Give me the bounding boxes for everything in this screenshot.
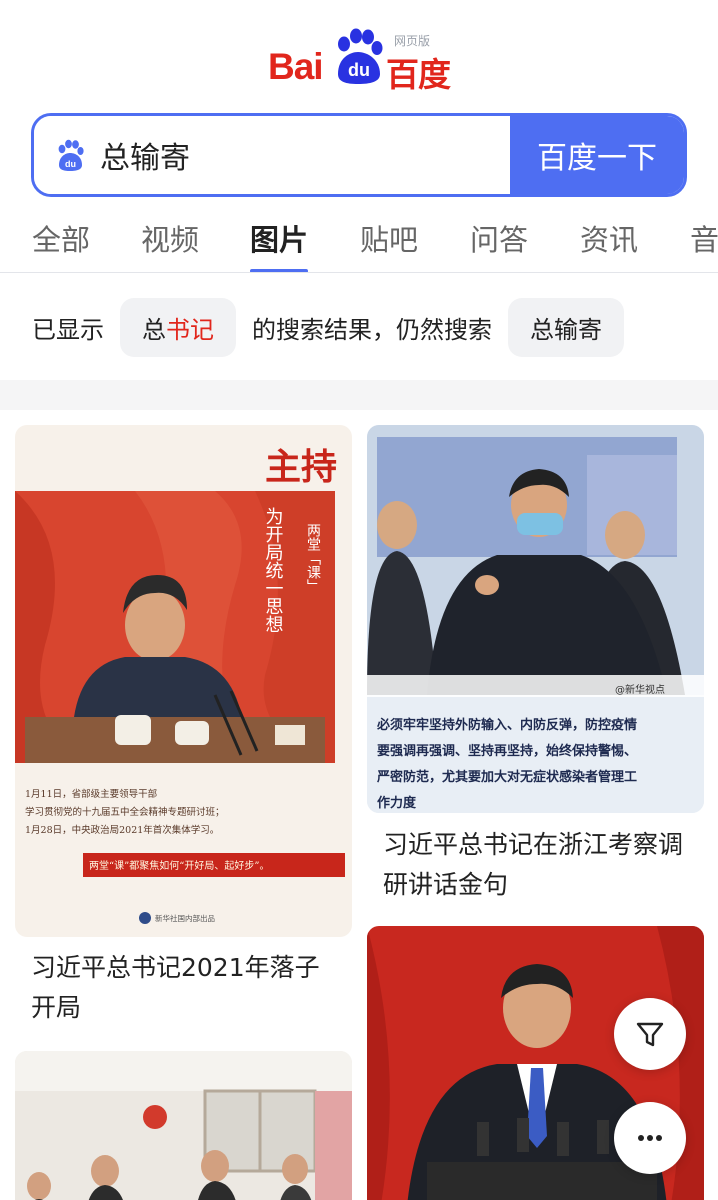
- poster-source: 新华社国内部出品: [155, 913, 215, 923]
- search-bar: du 总输寄 百度一下: [31, 113, 687, 197]
- quote-line-2: 要强调再强调、坚持再坚持，始终保持警惕、: [377, 743, 637, 759]
- poster-image: 主持 两堂「课」 为开局统一思想 1月11日，省部级主要领导干部 学习贯彻党的十…: [15, 425, 352, 937]
- tab-qa[interactable]: 问答: [470, 217, 528, 259]
- tab-images[interactable]: 图片: [250, 217, 308, 259]
- corrected-query-chip[interactable]: 总书记: [120, 297, 236, 357]
- quote-line-1: 必须牢牢坚持外防输入、内防反弹，防控疫情: [376, 717, 637, 733]
- original-query-chip[interactable]: 总输寄: [508, 297, 624, 357]
- category-tabs: 全部 视频 图片 贴吧 问答 资讯 音: [0, 205, 718, 273]
- logo-text-du: du: [348, 60, 370, 80]
- search-button[interactable]: 百度一下: [510, 116, 684, 194]
- poster-desc-2: 学习贯彻党的十九届五中全会精神专题研讨班；: [25, 806, 225, 818]
- poster-subtitle: 两堂「课」: [305, 523, 321, 593]
- caption-line-2: 研讲话金句: [383, 870, 509, 899]
- quote-line-4: 作力度: [377, 795, 417, 811]
- tab-tieba[interactable]: 贴吧: [360, 217, 418, 259]
- filter-button[interactable]: [614, 998, 686, 1070]
- result-card[interactable]: @新华视点 必须牢牢坚持外防输入、内防反弹，防控疫情 要强调再强调、坚持再坚持，…: [367, 425, 704, 905]
- tab-news[interactable]: 资讯: [580, 217, 638, 259]
- result-caption[interactable]: 习近平总书记在浙江考察调 研讲话金句: [383, 825, 683, 905]
- poster-banner: 两堂“课”都聚焦如何“开好局、起好步”。: [89, 859, 269, 872]
- result-card[interactable]: 主持 两堂「课」 为开局统一思想 1月11日，省部级主要领导干部 学习贯彻党的十…: [15, 425, 352, 1035]
- section-divider: [0, 380, 718, 410]
- logo-web-version-label: 网页版: [394, 34, 431, 48]
- svg-text:du: du: [65, 159, 76, 169]
- result-image[interactable]: @新华视点 必须牢牢坚持外防输入、内防反弹，防控疫情 要强调再强调、坚持再坚持，…: [367, 425, 704, 813]
- poster-vertical-text: 为开局统一思想: [263, 507, 284, 633]
- poster-desc-1: 1月11日，省部级主要领导干部: [25, 788, 157, 800]
- photo-watermark: @新华视点: [615, 683, 665, 696]
- caption-line-2: 开局: [31, 993, 82, 1022]
- caption-line-1: 习近平总书记在浙江考察调: [383, 830, 684, 859]
- photo-image: @新华视点 必须牢牢坚持外防输入、内防反弹，防控疫情 要强调再强调、坚持再坚持，…: [367, 425, 704, 813]
- baidu-logo[interactable]: Bai du 百度 网页版: [268, 28, 458, 94]
- result-caption[interactable]: 习近平总书记2021年落子 开局: [31, 948, 320, 1028]
- search-input[interactable]: du 总输寄: [34, 116, 510, 194]
- photo-image: [15, 1051, 352, 1200]
- tab-music[interactable]: 音: [690, 217, 718, 259]
- active-tab-indicator: [250, 269, 308, 272]
- logo-text-chinese: 百度: [386, 55, 451, 94]
- notice-prefix: 已显示: [32, 315, 104, 344]
- result-image[interactable]: [15, 1051, 352, 1200]
- corrected-query-part1: 总: [142, 315, 166, 344]
- result-image[interactable]: 主持 两堂「课」 为开局统一思想 1月11日，省部级主要领导干部 学习贯彻党的十…: [15, 425, 352, 937]
- logo-text-bai: Bai: [268, 46, 324, 87]
- corrected-query-highlight: 书记: [166, 315, 214, 344]
- poster-title: 主持: [265, 446, 337, 488]
- spelling-correction-notice: 已显示 总书记 的搜索结果，仍然搜索 总输寄: [0, 274, 718, 380]
- page: Bai du 百度 网页版 du 总输寄 百度一下 全部 视频 图片 贴吧 问答…: [0, 0, 718, 1200]
- paw-logo-icon: du: [338, 28, 383, 84]
- result-card[interactable]: [15, 1051, 352, 1200]
- tab-video[interactable]: 视频: [141, 217, 199, 259]
- more-button[interactable]: [614, 1102, 686, 1174]
- search-query-text: 总输寄: [100, 141, 190, 176]
- filter-icon: [636, 1022, 664, 1047]
- notice-middle-text: 的搜索结果，仍然搜索: [252, 315, 492, 344]
- caption-line-1: 习近平总书记2021年落子: [31, 953, 320, 982]
- tab-all[interactable]: 全部: [32, 217, 90, 259]
- more-icon: [638, 1135, 662, 1141]
- poster-desc-3: 1月28日，中央政治局2021年首次集体学习。: [25, 824, 219, 836]
- quote-line-3: 严密防范，尤其要加大对无症状感染者管理工: [376, 769, 637, 785]
- paw-icon: du: [58, 139, 84, 171]
